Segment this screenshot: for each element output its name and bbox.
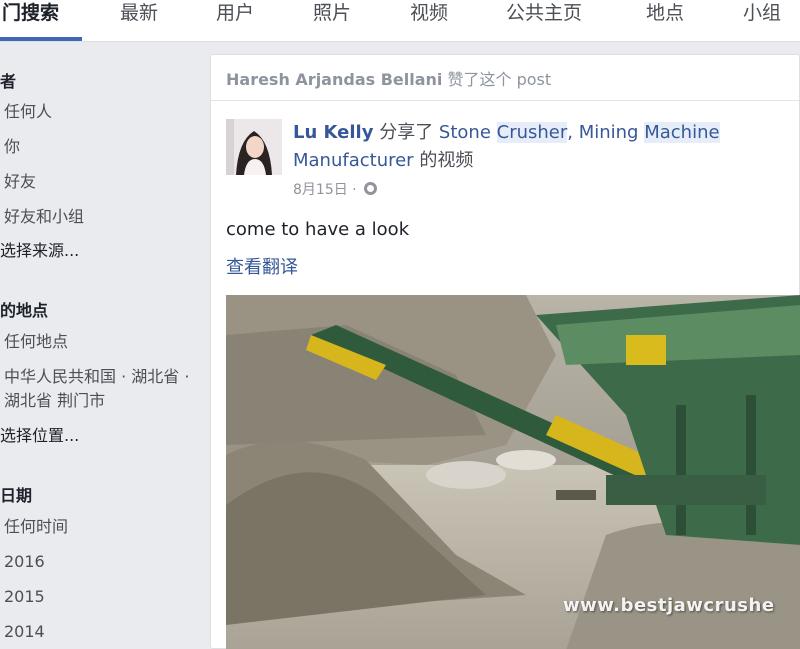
search-tabs-bar: 门搜索 最新 用户 照片 视频 公共主页 地点 小组 bbox=[0, 0, 800, 42]
post-context-line: Haresh Arjandas Bellani 赞了这个 post bbox=[211, 55, 799, 101]
see-translation-link[interactable]: 查看翻译 bbox=[226, 253, 298, 279]
filter-heading-date: 日期 bbox=[0, 486, 33, 505]
tab-people[interactable]: 用户 bbox=[216, 0, 254, 42]
tab-top-search[interactable]: 门搜索 bbox=[2, 0, 59, 42]
author-name-link[interactable]: Lu Kelly bbox=[293, 122, 373, 143]
active-tab-indicator bbox=[0, 37, 82, 41]
post-date-link[interactable]: 8月15日 · bbox=[293, 182, 361, 198]
search-filters-sidebar: 者 任何人 你 好友 好友和小组 选择来源... 的地点 任何地点 中华人民共和… bbox=[0, 42, 208, 649]
video-player[interactable]: www.bestjawcrushe bbox=[226, 295, 800, 649]
context-actor-link[interactable]: Haresh Arjandas Bellani bbox=[226, 70, 442, 89]
filter-date-anytime[interactable]: 任何时间 bbox=[4, 515, 68, 539]
shared-suffix: 的视频 bbox=[413, 150, 474, 171]
post-header-line: Lu Kelly 分享了 Stone Crusher, Mining Machi… bbox=[293, 119, 793, 175]
tab-latest[interactable]: 最新 bbox=[120, 0, 158, 42]
tab-pages[interactable]: 公共主页 bbox=[506, 0, 582, 42]
author-avatar[interactable] bbox=[226, 119, 282, 175]
filter-location-anywhere[interactable]: 任何地点 bbox=[4, 330, 68, 354]
filter-date-2015[interactable]: 2015 bbox=[4, 585, 45, 609]
filter-location-jingmen[interactable]: 中华人民共和国 · 湖北省 · 湖北省 荆门市 bbox=[4, 365, 194, 413]
filter-choose-location[interactable]: 选择位置... bbox=[0, 424, 79, 448]
filter-author-friends-groups[interactable]: 好友和小组 bbox=[4, 205, 84, 229]
filter-date-2014[interactable]: 2014 bbox=[4, 620, 45, 644]
post-card: Haresh Arjandas Bellani 赞了这个 post Lu Kel… bbox=[210, 54, 800, 649]
filter-heading-location: 的地点 bbox=[0, 301, 49, 320]
globe-icon[interactable] bbox=[364, 182, 378, 195]
post-body-text: come to have a look bbox=[226, 219, 410, 240]
video-watermark: www.bestjawcrushe bbox=[563, 595, 775, 616]
avatar-photo bbox=[226, 119, 282, 175]
tab-places[interactable]: 地点 bbox=[646, 0, 684, 42]
filter-author-friends[interactable]: 好友 bbox=[4, 170, 36, 194]
filter-author-anyone[interactable]: 任何人 bbox=[4, 100, 52, 124]
filter-date-2016[interactable]: 2016 bbox=[4, 550, 45, 574]
tab-videos[interactable]: 视频 bbox=[410, 0, 448, 42]
shared-text: 分享了 bbox=[373, 122, 439, 143]
context-action-text: 赞了这个 post bbox=[442, 70, 552, 89]
filter-choose-source[interactable]: 选择来源... bbox=[0, 239, 79, 263]
filter-author-you[interactable]: 你 bbox=[4, 135, 20, 159]
filter-heading-author: 者 bbox=[0, 72, 17, 91]
tab-photos[interactable]: 照片 bbox=[313, 0, 351, 42]
post-meta: 8月15日 · bbox=[293, 179, 378, 199]
tab-groups[interactable]: 小组 bbox=[743, 0, 781, 42]
